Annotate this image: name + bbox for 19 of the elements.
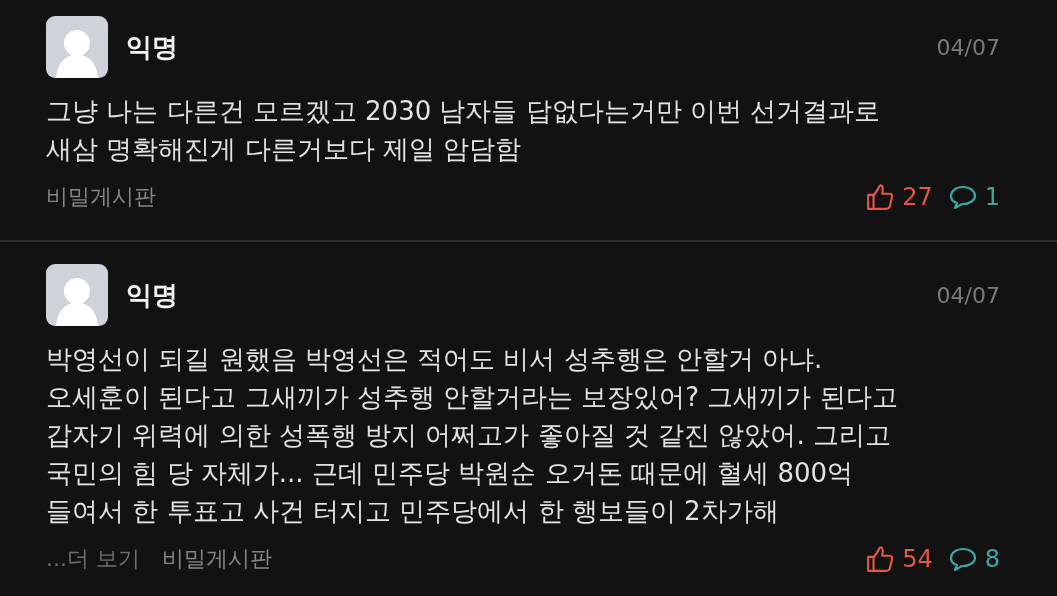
author-name: 익명 (126, 30, 179, 64)
comment-count: 1 (984, 183, 1000, 211)
post-text: 박영선이 되길 원했음 박영선은 적어도 비서 성추행은 안할거 아냐. 오세훈이 된다고 그새끼가 성추행 안할거라는 보장있어? 그새끼가 된다고 갑자기 위력에 의한 성폭행 방지 어쩌고가 좋아질 것 같진 않았어. 그리고 국민의 힘 당 자체가... 근데 민주당 박원순 오거돈 때문에 혈세 800억 들여서 한 투표고 사건 터지고 민주당에서 한 행보들이 2차가해 (46, 343, 899, 528)
post-text: 그냥 나는 다른건 모르겠고 2030 남자들 답없다는거만 이번 선거결과로 새삼 명확해진게 다른거보다 제일 암담함 (46, 95, 882, 166)
post-date: 04/07 (936, 34, 1000, 60)
comment-icon[interactable] (948, 184, 977, 210)
thumbs-up-icon[interactable] (866, 183, 895, 211)
board-name: 비밀게시판 (162, 545, 272, 573)
comment-count: 8 (984, 545, 1000, 573)
like-count: 54 (902, 545, 933, 573)
post-date: 04/07 (936, 282, 1000, 308)
comment-icon[interactable] (948, 546, 977, 572)
author-name: 익명 (126, 278, 179, 312)
more-link[interactable]: ...더 보기 (46, 544, 140, 574)
board-name: 비밀게시판 (46, 183, 156, 211)
avatar-icon (46, 16, 108, 78)
thumbs-up-icon[interactable] (866, 545, 895, 573)
like-count: 27 (902, 183, 933, 211)
avatar-icon (46, 264, 108, 326)
